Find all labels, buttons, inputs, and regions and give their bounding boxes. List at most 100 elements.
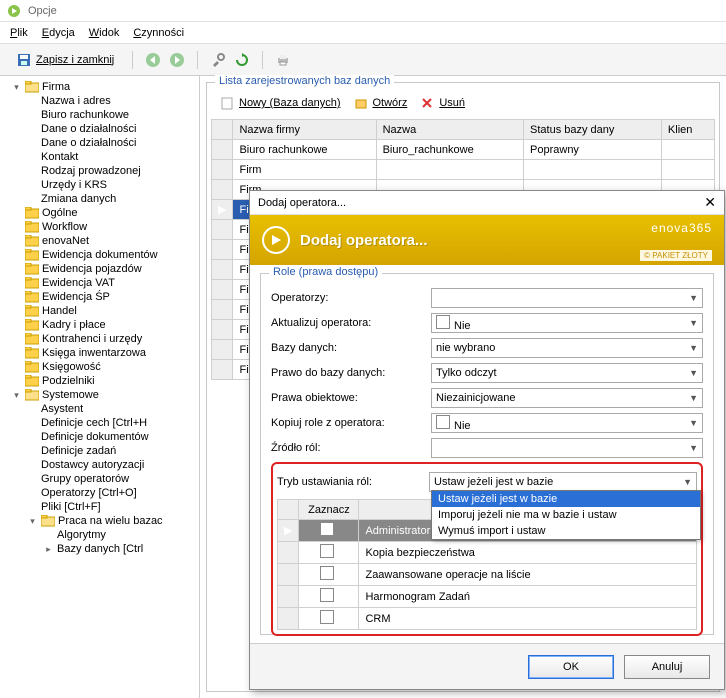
expand-icon[interactable]: ▸ [43, 544, 54, 555]
tree-item[interactable]: Kontakt [2, 150, 197, 164]
tree-item[interactable]: Definicje dokumentów [2, 430, 197, 444]
tree-item[interactable]: Kadry i płace [2, 318, 197, 332]
open-db-button[interactable]: Otwórz [353, 95, 408, 111]
save-close-button[interactable]: Zapisz i zamknij [10, 50, 120, 70]
tree-item-label: Kadry i płace [42, 319, 106, 331]
new-db-button[interactable]: Nowy (Baza danych) [219, 95, 341, 111]
close-icon[interactable]: ✕ [704, 194, 716, 211]
copy-roles-combo[interactable]: Nie▼ [431, 413, 703, 433]
table-row[interactable]: Firm [212, 160, 715, 180]
tree-item[interactable]: Algorytmy [2, 528, 197, 542]
collapse-icon[interactable]: ▾ [11, 390, 22, 401]
dropdown-option[interactable]: Wymuś import i ustaw [432, 523, 700, 539]
role-row[interactable]: Zaawansowane operacje na liście [278, 564, 697, 586]
db-right-combo[interactable]: Tylko odczyt▼ [431, 363, 703, 383]
dropdown-option[interactable]: Imporuj jeżeli nie ma w bazie i ustaw [432, 507, 700, 523]
tree-item-label: Firma [42, 81, 70, 93]
role-checkbox[interactable] [320, 566, 334, 580]
role-checkbox[interactable] [320, 522, 334, 536]
role-mode-dropdown[interactable]: Ustaw jeżeli jest w bazieImporuj jeżeli … [431, 490, 701, 540]
cancel-button[interactable]: Anuluj [624, 655, 710, 679]
column-header[interactable]: Nazwa [376, 120, 523, 140]
tree-item[interactable]: Definicje cech [Ctrl+H [2, 416, 197, 430]
nav-tree[interactable]: ▾FirmaNazwa i adresBiuro rachunkoweDane … [0, 76, 200, 698]
role-row[interactable]: CRM [278, 608, 697, 630]
dropdown-option[interactable]: Ustaw jeżeli jest w bazie [432, 491, 700, 507]
role-checkbox[interactable] [320, 544, 334, 558]
tree-item[interactable]: ▾ Firma [2, 80, 197, 94]
dialog-header-title: Dodaj operatora... [300, 232, 428, 249]
ok-button[interactable]: OK [528, 655, 614, 679]
folder-icon [25, 221, 39, 233]
tree-item[interactable]: Operatorzy [Ctrl+O] [2, 486, 197, 500]
role-source-combo[interactable]: ▼ [431, 438, 703, 458]
tree-item[interactable]: Kontrahenci i urzędy [2, 332, 197, 346]
refresh-icon[interactable] [234, 52, 250, 68]
role-row[interactable]: Kopia bezpieczeństwa [278, 542, 697, 564]
delete-db-button[interactable]: Usuń [419, 95, 465, 111]
folder-icon [25, 375, 39, 387]
roles-legend: Role (prawa dostępu) [269, 266, 382, 278]
menu-view[interactable]: Widok [89, 27, 120, 39]
column-header[interactable]: Nazwa firmy [233, 120, 376, 140]
tree-item[interactable]: Zmiana danych [2, 192, 197, 206]
tree-item-label: Dostawcy autoryzacji [41, 459, 144, 471]
tree-item[interactable]: ▾Praca na wielu bazac [2, 514, 197, 528]
role-mode-combo[interactable]: Ustaw jeżeli jest w bazie▼ [429, 472, 697, 492]
tree-item[interactable]: Definicje zadań [2, 444, 197, 458]
tree-item[interactable]: Księga inwentarzowa [2, 346, 197, 360]
menu-edit[interactable]: Edycja [42, 27, 75, 39]
folder-icon [25, 291, 39, 303]
tree-item[interactable]: enovaNet [2, 234, 197, 248]
menu-file[interactable]: Plik [10, 27, 28, 39]
collapse-icon[interactable]: ▾ [27, 516, 38, 527]
databases-combo[interactable]: nie wybrano▼ [431, 338, 703, 358]
role-checkbox[interactable] [320, 610, 334, 624]
tree-item[interactable]: Księgowość [2, 360, 197, 374]
update-operator-combo[interactable]: Nie▼ [431, 313, 703, 333]
menubar: Plik Edycja Widok Czynności [0, 22, 726, 44]
tree-item[interactable]: Dostawcy autoryzacji [2, 458, 197, 472]
tree-item[interactable]: Urzędy i KRS [2, 178, 197, 192]
role-row[interactable]: Harmonogram Zadań [278, 586, 697, 608]
tree-item[interactable]: Ewidencja dokumentów [2, 248, 197, 262]
tools-icon[interactable] [210, 52, 226, 68]
tree-item[interactable]: Dane o działalności [2, 122, 197, 136]
dialog-titlebar[interactable]: Dodaj operatora... ✕ [250, 191, 724, 215]
tree-item[interactable]: Podzielniki [2, 374, 197, 388]
separator [197, 51, 198, 69]
column-header[interactable]: Status bazy dany [524, 120, 662, 140]
tree-item[interactable]: Ewidencja ŚP [2, 290, 197, 304]
tree-item[interactable]: ▸Bazy danych [Ctrl [2, 542, 197, 556]
tree-item[interactable]: Handel [2, 304, 197, 318]
tree-item[interactable]: Dane o działalności [2, 136, 197, 150]
table-row[interactable]: Biuro rachunkoweBiuro_rachunkowePoprawny [212, 140, 715, 160]
tree-item-label: Kontrahenci i urzędy [42, 333, 142, 345]
tree-item[interactable]: Nazwa i adres [2, 94, 197, 108]
folder-icon [25, 81, 39, 93]
object-rights-combo[interactable]: Niezainicjowane▼ [431, 388, 703, 408]
tree-item[interactable]: ▾Systemowe [2, 388, 197, 402]
tree-item-label: Ewidencja VAT [42, 277, 115, 289]
column-header[interactable]: Zaznacz [299, 500, 359, 520]
tree-item[interactable]: Pliki [Ctrl+F] [2, 500, 197, 514]
forward-icon[interactable] [169, 52, 185, 68]
dialog-header: Dodaj operatora... enova365 © PAKIET ZŁO… [250, 215, 724, 265]
operators-combo[interactable]: ▼ [431, 288, 703, 308]
new-icon [219, 95, 235, 111]
print-icon[interactable] [275, 52, 291, 68]
tree-item[interactable]: Asystent [2, 402, 197, 416]
tree-item[interactable]: Grupy operatorów [2, 472, 197, 486]
back-icon[interactable] [145, 52, 161, 68]
folder-icon [25, 277, 39, 289]
tree-item[interactable]: Ogólne [2, 206, 197, 220]
tree-item[interactable]: Ewidencja pojazdów [2, 262, 197, 276]
column-header[interactable]: Klien [661, 120, 714, 140]
tree-item[interactable]: Biuro rachunkowe [2, 108, 197, 122]
tree-item[interactable]: Ewidencja VAT [2, 276, 197, 290]
tree-item[interactable]: Rodzaj prowadzonej [2, 164, 197, 178]
collapse-icon[interactable]: ▾ [11, 82, 22, 93]
menu-actions[interactable]: Czynności [133, 27, 184, 39]
role-checkbox[interactable] [320, 588, 334, 602]
tree-item[interactable]: Workflow [2, 220, 197, 234]
